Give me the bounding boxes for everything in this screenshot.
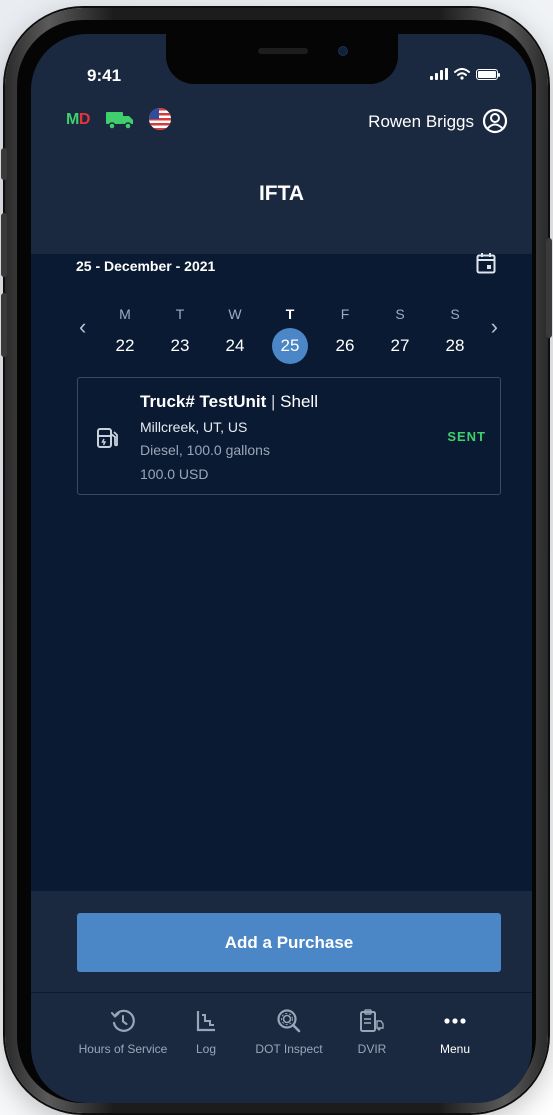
date-number: 28 <box>445 336 465 355</box>
truck-icon <box>106 112 133 130</box>
front-camera <box>338 46 348 56</box>
phone-notch <box>166 34 398 84</box>
inspect-search-icon <box>277 1009 301 1033</box>
purchase-location: Millcreek, UT, US <box>140 419 248 435</box>
mute-switch <box>1 148 7 180</box>
purchase-title: Truck# TestUnit | Shell <box>140 392 318 412</box>
status-badge: SENT <box>447 429 486 444</box>
tab-bar-divider <box>31 992 532 993</box>
date-number: 22 <box>115 336 135 355</box>
add-purchase-button[interactable]: Add a Purchase <box>77 913 501 972</box>
speaker-grille <box>258 48 308 54</box>
date-number: 26 <box>335 336 355 355</box>
calendar-icon[interactable] <box>476 252 496 274</box>
weekday-label: T <box>175 306 185 322</box>
weekday-label: W <box>228 306 242 322</box>
day-tue[interactable]: T 23 <box>162 304 198 364</box>
more-dots-icon <box>444 1018 466 1024</box>
phone-frame: 9:41 MD Rowen Briggs IFTA 25 - December … <box>1 8 552 1113</box>
user-name[interactable]: Rowen Briggs <box>368 112 474 132</box>
truck-number: Truck# TestUnit <box>140 392 267 411</box>
wifi-icon <box>454 68 470 80</box>
volume-up-button <box>1 213 7 277</box>
day-wed[interactable]: W 24 <box>217 304 253 364</box>
weekday-label: F <box>340 306 350 322</box>
page-title: IFTA <box>258 182 305 205</box>
tab-label: Menu <box>439 1042 471 1056</box>
day-thu-selected[interactable]: T 25 <box>272 304 308 364</box>
weekday-label: S <box>395 306 405 322</box>
next-week-button[interactable]: › <box>491 314 498 340</box>
date-number: 25 <box>272 328 308 364</box>
purchase-card[interactable]: Truck# TestUnit | Shell Millcreek, UT, U… <box>77 377 501 495</box>
app-screen: 9:41 MD Rowen Briggs IFTA 25 - December … <box>31 34 532 1103</box>
date-number: 27 <box>390 336 410 355</box>
date-number: 23 <box>170 336 190 355</box>
signal-icon <box>430 68 448 80</box>
log-chart-icon <box>196 1011 215 1032</box>
day-sun[interactable]: S 28 <box>437 304 473 364</box>
battery-icon <box>476 68 500 80</box>
date-number: 24 <box>225 336 245 355</box>
weekday-label: S <box>450 306 460 322</box>
user-circle-icon[interactable] <box>482 108 508 134</box>
md-status-m: M <box>66 111 79 128</box>
prev-week-button[interactable]: ‹ <box>79 314 86 340</box>
weekday-label: T <box>285 306 295 322</box>
day-mon[interactable]: M 22 <box>107 304 143 364</box>
fuel-pump-icon <box>97 428 118 448</box>
vendor-name: Shell <box>280 392 318 411</box>
us-flag-icon <box>149 108 171 130</box>
purchase-fuel: Diesel, 100.0 gallons <box>140 442 270 458</box>
dvir-clipboard-icon <box>360 1009 384 1032</box>
status-time: 9:41 <box>87 66 122 85</box>
status-icons <box>430 68 500 80</box>
volume-down-button <box>1 293 7 357</box>
day-sat[interactable]: S 27 <box>382 304 418 364</box>
day-fri[interactable]: F 26 <box>327 304 363 364</box>
clock-history-icon <box>111 1009 135 1032</box>
power-button <box>546 238 552 338</box>
md-status-badge: MD <box>66 111 90 129</box>
weekday-label: M <box>119 306 131 322</box>
purchase-amount: 100.0 USD <box>140 466 209 482</box>
tab-menu[interactable]: Menu <box>400 1006 510 1056</box>
md-status-d: D <box>78 111 91 128</box>
current-date-label: 25 - December - 2021 <box>76 258 216 274</box>
title-separator: | <box>271 392 276 411</box>
